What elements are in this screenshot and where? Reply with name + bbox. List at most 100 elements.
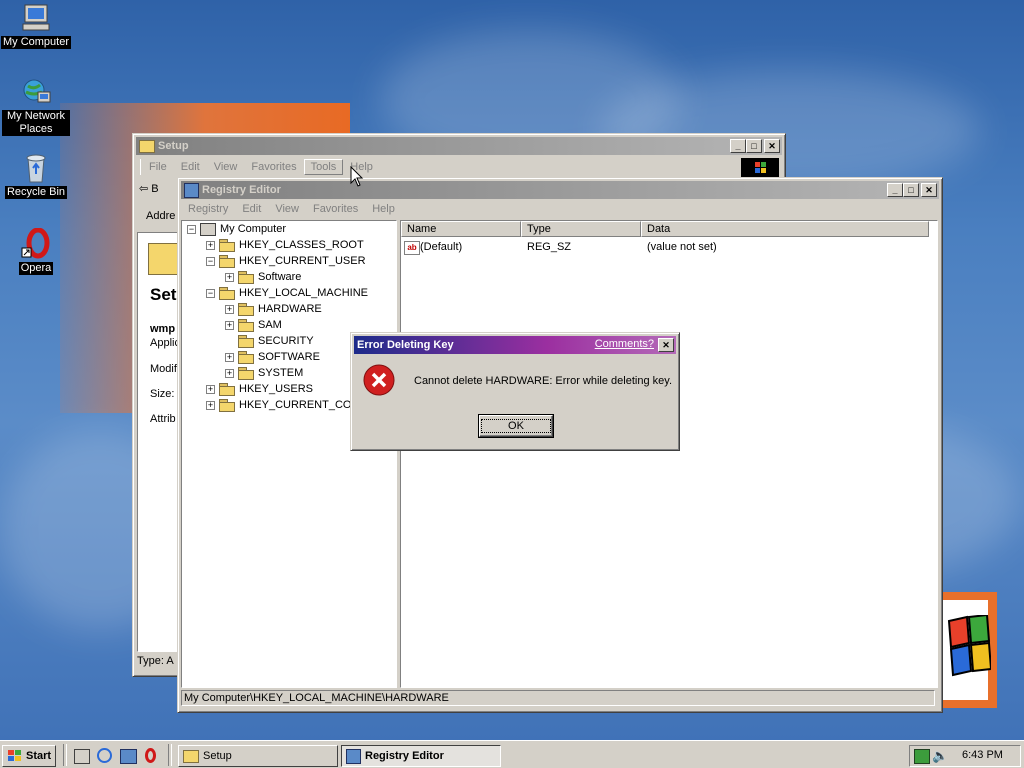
expand-icon[interactable]: + <box>225 320 234 330</box>
desktop-icon-my-computer[interactable]: My Computer <box>0 2 72 49</box>
desktop-icon-label: My Computer <box>0 36 72 49</box>
collapse-icon[interactable]: − <box>187 224 196 234</box>
panel-line: Size: <box>150 388 175 400</box>
setup-titlebar[interactable]: Setup _ □ ✕ <box>136 137 782 155</box>
menu-view[interactable]: View <box>268 201 306 217</box>
show-desktop-icon[interactable] <box>74 749 90 764</box>
regedit-titlebar[interactable]: Registry Editor _ □ ✕ <box>181 181 939 199</box>
column-header-data[interactable]: Data <box>641 221 929 237</box>
comments-link[interactable]: Comments? <box>595 338 654 350</box>
tree-node[interactable]: + HKEY_CLASSES_ROOT <box>206 237 364 253</box>
desktop-icon-network-places[interactable]: My Network Places <box>0 76 72 136</box>
error-dialog-title: Error Deleting Key <box>357 339 454 351</box>
tree-node[interactable]: + Software <box>225 269 301 285</box>
opera-icon <box>20 227 52 260</box>
folder-icon <box>219 399 235 412</box>
network-icon[interactable] <box>120 749 137 764</box>
expand-icon[interactable]: + <box>225 272 234 282</box>
tree-node-my-computer[interactable]: − My Computer <box>187 221 286 237</box>
expand-icon[interactable]: + <box>225 304 234 314</box>
expand-icon[interactable]: + <box>225 352 234 362</box>
registry-tree-pane[interactable]: − My Computer + HKEY_CLASSES_ROOT − HKEY_C… <box>181 220 397 688</box>
tree-node[interactable]: + SAM <box>225 317 282 333</box>
tree-node[interactable]: + SYSTEM <box>225 365 303 381</box>
desktop-icon-opera[interactable]: Opera <box>0 227 72 275</box>
internet-explorer-icon[interactable] <box>97 748 112 763</box>
mouse-cursor-icon <box>350 166 364 187</box>
registry-editor-icon <box>184 182 199 198</box>
back-button[interactable]: ⇦ B <box>139 182 159 196</box>
panel-line: Attrib <box>150 413 176 425</box>
column-header-type[interactable]: Type <box>521 221 641 237</box>
tree-node[interactable]: + SOFTWARE <box>225 349 320 365</box>
tree-node[interactable]: + HKEY_USERS <box>206 381 313 397</box>
menu-help[interactable]: Help <box>365 201 402 217</box>
value-data: (value not set) <box>647 241 717 253</box>
opera-quicklaunch-icon[interactable] <box>145 748 156 763</box>
panel-line: Applic <box>150 337 180 349</box>
panel-line: Modif <box>150 363 177 375</box>
desktop-icon-recycle-bin[interactable]: Recycle Bin <box>0 152 72 199</box>
error-dialog[interactable]: Error Deleting Key Comments? ✕ Cannot de… <box>350 332 680 451</box>
menu-edit[interactable]: Edit <box>235 201 268 217</box>
windows-throbber <box>741 158 779 178</box>
folder-icon <box>238 367 254 380</box>
menu-view[interactable]: View <box>207 159 245 175</box>
network-places-icon <box>20 76 52 108</box>
expand-icon[interactable]: + <box>206 400 215 410</box>
error-dialog-titlebar[interactable]: Error Deleting Key Comments? ✕ <box>354 336 676 354</box>
folder-icon <box>238 319 254 332</box>
computer-icon <box>20 2 52 34</box>
network-tray-icon[interactable] <box>914 749 930 764</box>
start-button[interactable]: Start <box>2 745 56 767</box>
expand-icon[interactable]: + <box>206 384 215 394</box>
panel-title: Set <box>150 285 177 304</box>
table-row[interactable]: ab (Default) REG_SZ (value not set) <box>401 240 937 256</box>
regedit-status-bar: My Computer\HKEY_LOCAL_MACHINE\HARDWARE <box>181 690 935 706</box>
folder-icon <box>219 383 235 396</box>
ok-button[interactable]: OK <box>478 414 554 438</box>
clock[interactable]: 6:43 PM <box>962 749 1003 761</box>
tree-node-hardware[interactable]: + HARDWARE <box>225 301 322 317</box>
setup-menubar: File Edit View Favorites Tools Help <box>136 159 782 175</box>
setup-status: Type: A <box>137 655 174 667</box>
menu-file[interactable]: File <box>140 159 174 175</box>
setup-title: Setup <box>158 140 189 152</box>
windows-flag-logo <box>947 615 991 677</box>
menu-edit[interactable]: Edit <box>174 159 207 175</box>
minimize-button[interactable]: _ <box>887 183 903 197</box>
menu-favorites[interactable]: Favorites <box>244 159 303 175</box>
menu-registry[interactable]: Registry <box>181 201 235 217</box>
regedit-title: Registry Editor <box>202 184 281 196</box>
expand-icon[interactable]: + <box>206 240 215 250</box>
tree-node[interactable]: + HKEY_CURRENT_CONF <box>206 397 366 413</box>
volume-icon[interactable]: 🔈 <box>932 748 948 764</box>
tree-node[interactable]: − HKEY_CURRENT_USER <box>206 253 366 269</box>
close-button[interactable]: ✕ <box>921 183 937 197</box>
folder-icon <box>238 271 254 284</box>
computer-icon <box>200 222 216 236</box>
tree-node[interactable]: SECURITY <box>238 333 314 349</box>
column-header-name[interactable]: Name <box>401 221 521 237</box>
maximize-button[interactable]: □ <box>903 183 919 197</box>
folder-open-icon <box>219 287 235 300</box>
collapse-icon[interactable]: − <box>206 288 215 298</box>
registry-values-pane[interactable]: Name Type Data ab (Default) REG_SZ (valu… <box>400 220 938 688</box>
value-type: REG_SZ <box>527 241 572 253</box>
system-tray: 🔈 6:43 PM <box>909 745 1021 767</box>
taskbar-button-registry-editor[interactable]: Registry Editor <box>341 745 501 767</box>
taskbar-button-setup[interactable]: Setup <box>178 745 338 767</box>
folder-open-icon <box>219 255 235 268</box>
expand-icon[interactable]: + <box>225 368 234 378</box>
close-button[interactable]: ✕ <box>658 338 674 352</box>
maximize-button[interactable]: □ <box>746 139 762 153</box>
minimize-button[interactable]: _ <box>730 139 746 153</box>
recycle-bin-icon <box>20 152 52 184</box>
value-name: (Default) <box>420 241 463 253</box>
collapse-icon[interactable]: − <box>206 256 215 266</box>
close-button[interactable]: ✕ <box>764 139 780 153</box>
menu-favorites[interactable]: Favorites <box>306 201 365 217</box>
tree-node[interactable]: − HKEY_LOCAL_MACHINE <box>206 285 368 301</box>
registry-editor-icon <box>346 748 361 764</box>
menu-tools[interactable]: Tools <box>303 159 344 175</box>
